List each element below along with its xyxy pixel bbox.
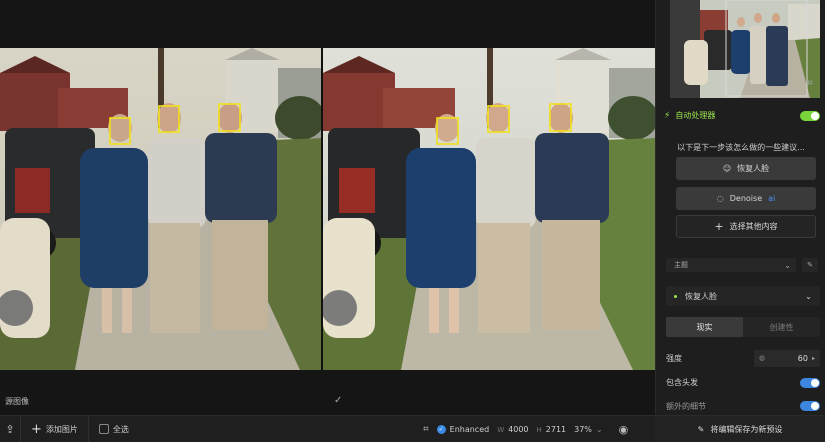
original-photo[interactable] [0,48,321,370]
smile-icon: ☺ [722,164,732,173]
enhanced-photo[interactable] [323,48,655,370]
status-dot [674,294,677,298]
face-restore-label: 恢复人脸 [685,291,717,301]
check-icon[interactable]: ✓ [334,395,342,406]
chevron-down-icon: ⌄ [805,291,812,301]
include-hair-toggle[interactable] [800,377,820,388]
strength-value: 60 [797,353,808,363]
choose-other-button[interactable]: + 选择其他内容 [676,215,816,238]
navigator-thumbnail[interactable] [670,0,820,98]
select-all-label: 全选 [112,424,129,434]
plus-icon: + [31,421,42,437]
select-all-checkbox[interactable]: 全选 [89,424,139,435]
stepper-icon[interactable]: ▸ [812,355,815,362]
add-image-button[interactable]: + 添加图片 [21,422,88,437]
zoom-dropdown[interactable]: 37% ⌄ [574,425,602,434]
strength-row: 强度 ◍ 60 ▸ [666,349,820,367]
tab-creative[interactable]: 创建性 [743,317,820,337]
chevron-down-icon: ⌄ [595,425,603,434]
checkbox-box[interactable] [98,424,109,434]
restore-face-suggestion-button[interactable]: ☺ 恢复人脸 [676,157,816,180]
auto-processor-header: ⚡ 自动处理器 [664,110,820,121]
plus-icon: + [714,220,724,233]
source-image-label: 源图像 [5,397,29,406]
extra-option-toggle[interactable] [800,401,820,411]
auto-processor-toggle[interactable] [800,110,820,121]
extra-option-row: 额外的细节 [666,401,820,411]
chevron-down-icon: ⌄ [784,260,791,270]
width-label: W [497,425,505,434]
denoise-icon: ◌ [716,194,724,203]
original-photo-image [0,48,321,370]
upload-icon: ⇪ [5,422,15,436]
right-panel: ⌗ ⚡ 自动处理器 以下是下一步该怎么做的一些建议... ☺ 恢复人脸 ◌ De… [655,0,825,415]
enhanced-toggle[interactable]: ✓ Enhanced [436,425,490,434]
suggestion-text: 以下是下一步该怎么做的一些建议... [677,143,805,152]
include-hair-label: 包含头发 [666,378,698,387]
auto-processor-title: 自动处理器 [675,111,716,120]
include-hair-row: 包含头发 [666,377,820,388]
theme-dropdown[interactable]: 主题 ⌄ [666,258,796,272]
image-info-bar: ⌗ ✓ Enhanced W 4000 H 2711 37% ⌄ ◉ [423,416,628,442]
face-detect-icon[interactable]: ⌗ [423,424,429,435]
bottom-toolbar: ⇪ + 添加图片 全选 ⌗ ✓ Enhanced W 4000 H 2711 3… [0,415,825,442]
eye-icon[interactable]: ◉ [619,423,629,436]
toggle-knob [811,111,819,120]
zoom-value: 37% [574,425,592,434]
drop-icon: ◍ [759,354,766,362]
edit-icon: ✎ [807,261,813,269]
ai-badge: ai [768,194,776,203]
strength-label: 强度 [666,353,682,363]
height-value: 2711 [545,425,567,434]
theme-label: 主题 [674,261,688,269]
upload-button[interactable]: ⇪ [0,423,20,436]
mode-segmented-control: 现实 创建性 [666,317,820,337]
restore-face-label: 恢复人脸 [737,164,770,173]
edit-icon: ✎ [697,425,705,434]
enhanced-label: Enhanced [449,425,490,434]
tab-realistic[interactable]: 现实 [666,317,743,337]
height-label: H [536,425,542,434]
extra-option-label: 额外的细节 [666,401,706,411]
save-preset-label: 将编辑保存为新预设 [710,425,783,434]
enhanced-photo-image [323,48,655,370]
denoise-suggestion-button[interactable]: ◌ Denoise ai [676,187,816,210]
width-value: 4000 [508,425,529,434]
save-as-preset-button[interactable]: ✎ 将编辑保存为新预设 [655,416,825,442]
theme-edit-button[interactable]: ✎ [802,258,818,272]
enhanced-check-icon: ✓ [436,425,446,434]
face-restore-dropdown[interactable]: 恢复人脸 ⌄ [666,286,820,306]
choose-other-label: 选择其他内容 [729,222,778,231]
bolt-icon: ⚡ [664,110,671,121]
navigator-thumbnail-image [670,0,820,98]
width-display: W 4000 [497,425,528,434]
strength-input[interactable]: ◍ 60 ▸ [754,349,820,367]
toggle-knob [811,402,819,410]
height-display: H 2711 [537,425,567,434]
add-image-label: 添加图片 [45,424,78,434]
toggle-knob [811,378,819,387]
crop-icon[interactable]: ⌗ [807,78,813,89]
image-canvas[interactable]: 源图像 ✓ [0,0,655,415]
denoise-label: Denoise [729,194,763,203]
